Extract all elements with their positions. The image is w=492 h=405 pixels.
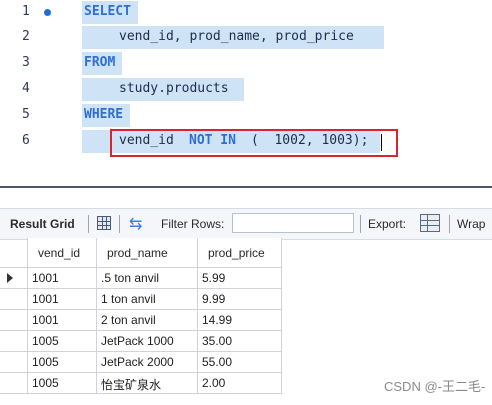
editor-line-1[interactable]: 1 SELECT xyxy=(0,0,492,26)
row-marker xyxy=(0,352,28,373)
sql-editor[interactable]: 1 SELECT 2 vend_id, prod_name, prod_pric… xyxy=(0,0,492,165)
line-number: 5 xyxy=(22,107,30,122)
line-number: 3 xyxy=(22,55,30,70)
row-marker xyxy=(0,289,28,310)
cell-vend-id[interactable]: 1001 xyxy=(28,310,97,331)
cell-vend-id[interactable]: 1005 xyxy=(28,373,97,394)
grid-header: vend_id prod_name prod_price xyxy=(0,238,282,268)
editor-line-3[interactable]: 3 FROM xyxy=(0,51,492,77)
sql-text: study.products xyxy=(119,81,229,96)
sql-keyword: SELECT xyxy=(84,4,131,19)
cell-prod-price[interactable]: 55.00 xyxy=(198,352,282,373)
toolbar-divider xyxy=(88,215,89,233)
column-header-prod-price[interactable]: prod_price xyxy=(198,238,282,268)
editor-line-2[interactable]: 2 vend_id, prod_name, prod_price xyxy=(0,25,492,51)
filter-rows-input[interactable] xyxy=(232,213,354,233)
cell-prod-name[interactable]: .5 ton anvil xyxy=(97,268,198,289)
filter-rows-label: Filter Rows: xyxy=(161,217,225,231)
row-marker xyxy=(0,373,28,394)
table-row[interactable]: 1005 JetPack 1000 35.00 xyxy=(0,331,282,352)
line-number: 1 xyxy=(22,4,30,19)
cell-vend-id[interactable]: 1001 xyxy=(28,268,97,289)
cell-prod-price[interactable]: 35.00 xyxy=(198,331,282,352)
table-row[interactable]: 1005 JetPack 2000 55.00 xyxy=(0,352,282,373)
table-row[interactable]: 1005 怡宝矿泉水 2.00 xyxy=(0,373,282,394)
toolbar-divider xyxy=(449,215,450,233)
row-marker-header xyxy=(0,238,28,268)
column-header-vend-id[interactable]: vend_id xyxy=(28,238,97,268)
toolbar-divider xyxy=(360,215,361,233)
table-row[interactable]: 1001 1 ton anvil 9.99 xyxy=(0,289,282,310)
cell-vend-id[interactable]: 1005 xyxy=(28,331,97,352)
line-number: 4 xyxy=(22,81,30,96)
sql-keyword: FROM xyxy=(84,55,116,70)
statement-marker-icon xyxy=(44,9,51,16)
cell-prod-price[interactable]: 5.99 xyxy=(198,268,282,289)
grid-view-icon[interactable] xyxy=(97,216,111,230)
table-row[interactable]: 1001 2 ton anvil 14.99 xyxy=(0,310,282,331)
text-cursor xyxy=(381,134,382,151)
column-header-prod-name[interactable]: prod_name xyxy=(97,238,198,268)
cell-vend-id[interactable]: 1005 xyxy=(28,352,97,373)
result-toolbar: Result Grid ⇆ Filter Rows: Export: Wrap xyxy=(0,208,492,240)
editor-line-4[interactable]: 4 study.products xyxy=(0,77,492,103)
cell-prod-price[interactable]: 14.99 xyxy=(198,310,282,331)
current-row-arrow-icon xyxy=(7,273,13,283)
cell-prod-name[interactable]: 怡宝矿泉水 xyxy=(97,373,198,394)
export-icon[interactable] xyxy=(420,214,440,232)
line-number: 6 xyxy=(22,133,30,148)
cell-prod-name[interactable]: 1 ton anvil xyxy=(97,289,198,310)
toolbar-divider xyxy=(119,215,120,233)
watermark: CSDN @-王二毛- xyxy=(384,379,486,394)
sql-keyword: WHERE xyxy=(84,107,124,122)
cell-prod-price[interactable]: 2.00 xyxy=(198,373,282,394)
cell-prod-name[interactable]: JetPack 1000 xyxy=(97,331,198,352)
row-marker xyxy=(0,331,28,352)
result-grid-tab[interactable]: Result Grid xyxy=(10,217,75,231)
export-label: Export: xyxy=(368,217,407,231)
cell-prod-price[interactable]: 9.99 xyxy=(198,289,282,310)
cell-prod-name[interactable]: JetPack 2000 xyxy=(97,352,198,373)
refresh-icon[interactable]: ⇆ xyxy=(129,214,142,234)
line-number: 2 xyxy=(22,29,30,44)
row-marker xyxy=(0,310,28,331)
pane-splitter[interactable] xyxy=(0,186,492,188)
table-row[interactable]: 1001 .5 ton anvil 5.99 xyxy=(0,268,282,289)
editor-line-5[interactable]: 5 WHERE xyxy=(0,103,492,129)
highlight-box xyxy=(110,129,398,157)
cell-vend-id[interactable]: 1001 xyxy=(28,289,97,310)
wrap-cell-content-button[interactable]: Wrap xyxy=(457,217,485,231)
row-marker xyxy=(0,268,28,289)
sql-text: vend_id, prod_name, prod_price xyxy=(119,29,354,44)
cell-prod-name[interactable]: 2 ton anvil xyxy=(97,310,198,331)
